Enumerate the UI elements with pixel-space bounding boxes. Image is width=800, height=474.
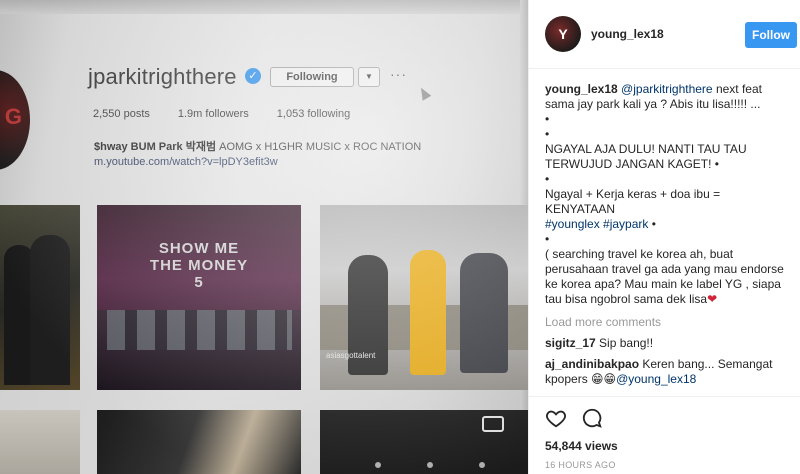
grid-photo-3: asiasgottalent bbox=[320, 205, 528, 390]
avatar[interactable]: Y bbox=[545, 16, 581, 52]
mouse-cursor-icon bbox=[416, 85, 432, 101]
avatar-letter: G bbox=[4, 104, 22, 129]
profile-avatar: G bbox=[0, 70, 30, 170]
follow-button[interactable]: Follow bbox=[745, 22, 797, 48]
grin-emoji-icon: 😁😁 bbox=[591, 372, 617, 386]
grid-photo-2: SHOW ME THE MONEY 5 bbox=[97, 205, 301, 390]
caption-line-3: Ngayal + Kerja keras + doa ibu = KENYATA… bbox=[545, 187, 721, 216]
comment-icon[interactable] bbox=[581, 407, 603, 429]
caption-mention[interactable]: @jparkitrighthere bbox=[621, 82, 713, 96]
caption-hashtags-line: #younglex #jaypark • bbox=[545, 217, 793, 232]
comment-item: sigitz_17 Sip bang!! bbox=[545, 336, 793, 351]
view-count: 54,844 views bbox=[545, 439, 618, 453]
grid-photo-4 bbox=[0, 410, 80, 474]
loading-dots bbox=[375, 462, 485, 468]
video-player[interactable]: G jparkitrighthere ✓ Following ▼ ··· 2,5… bbox=[0, 0, 528, 474]
post-actions: 54,844 views 16 HOURS AGO bbox=[529, 396, 800, 474]
grid-photo-5 bbox=[97, 410, 301, 474]
load-more-comments-link[interactable]: Load more comments bbox=[545, 315, 793, 330]
verified-icon: ✓ bbox=[245, 68, 261, 84]
bio-name: $hway BUM Park 박재범 bbox=[94, 141, 217, 153]
profile-link: m.youtube.com/watch?v=lpDY3efit3w bbox=[94, 156, 278, 168]
profile-username: jparkitrighthere bbox=[88, 64, 237, 89]
grid-photo-1 bbox=[0, 205, 80, 390]
show-logo: SHOW ME THE MONEY 5 bbox=[149, 240, 249, 291]
bio-labels: AOMG x H1GHR MUSIC x ROC NATION bbox=[216, 141, 422, 153]
caption: young_lex18 @jparkitrighthere next feat … bbox=[545, 82, 793, 112]
profile-stats: 2,550 posts 1.9m followers 1,053 followi… bbox=[93, 108, 350, 120]
caption-dot: • bbox=[545, 172, 550, 186]
comment-username[interactable]: sigitz_17 bbox=[545, 336, 596, 350]
post-header: Y young_lex18 Follow bbox=[529, 0, 800, 69]
caption-dot: • bbox=[545, 127, 550, 141]
heart-icon[interactable] bbox=[545, 407, 567, 429]
following-button: Following bbox=[270, 67, 354, 87]
caption-hash-tail: • bbox=[648, 217, 656, 231]
following-count: 1,053 following bbox=[276, 108, 351, 120]
caption-line-4: ( searching travel ke korea ah, buat per… bbox=[545, 247, 793, 307]
caption-line-4-text: ( searching travel ke korea ah, buat per… bbox=[545, 247, 784, 306]
caption-dot: • bbox=[545, 232, 550, 246]
more-options-icon: ··· bbox=[390, 66, 407, 82]
caption-dot: • bbox=[545, 112, 550, 126]
video-camera-icon bbox=[482, 416, 504, 432]
followers-count: 1.9m followers bbox=[177, 108, 249, 120]
post-view: G jparkitrighthere ✓ Following ▼ ··· 2,5… bbox=[0, 0, 800, 474]
profile-bio: $hway BUM Park 박재범 AOMG x H1GHR MUSIC x … bbox=[94, 138, 421, 154]
caption-line-2: NGAYAL AJA DULU! NANTI TAU TAU TERWUJUD … bbox=[545, 142, 747, 171]
comment-username[interactable]: aj_andinibakpao bbox=[545, 357, 639, 371]
caption-username[interactable]: young_lex18 bbox=[545, 82, 618, 96]
comment-text: Sip bang!! bbox=[595, 336, 654, 350]
comments-section: young_lex18 @jparkitrighthere next feat … bbox=[545, 82, 793, 387]
chevron-down-icon: ▼ bbox=[358, 67, 380, 87]
posts-count: 2,550 posts bbox=[93, 108, 150, 120]
monitor-bezel-top bbox=[0, 0, 528, 14]
heart-emoji-icon: ❤ bbox=[707, 292, 718, 306]
comment-item: aj_andinibakpao Keren bang... Semangat k… bbox=[545, 357, 793, 387]
grid-photo-6 bbox=[320, 410, 528, 474]
watermark: asiasgottalent bbox=[326, 351, 376, 360]
timestamp[interactable]: 16 HOURS AGO bbox=[545, 460, 616, 470]
caption-hashtags[interactable]: #younglex #jaypark bbox=[545, 217, 648, 231]
post-panel: Y young_lex18 Follow young_lex18 @jparki… bbox=[528, 0, 800, 474]
username-link[interactable]: young_lex18 bbox=[591, 27, 664, 41]
comment-mention[interactable]: @young_lex18 bbox=[616, 372, 696, 386]
